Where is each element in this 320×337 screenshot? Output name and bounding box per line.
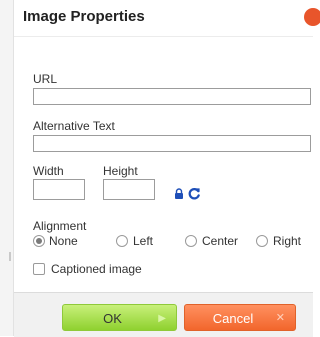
image-properties-dialog: Image Properties URL Alternative Text Wi… xyxy=(14,0,320,337)
align-none-radio[interactable] xyxy=(33,235,45,247)
arrow-right-icon: ▶ xyxy=(158,313,166,324)
dialog-titlebar[interactable]: Image Properties xyxy=(14,0,320,36)
alt-text-label: Alternative Text xyxy=(33,119,115,133)
ok-button-label: OK xyxy=(103,311,122,326)
editor-edge-mark xyxy=(9,252,11,261)
close-icon[interactable] xyxy=(304,8,320,26)
x-icon: ✕ xyxy=(275,312,285,324)
dialog-footer: OK ▶ Cancel ✕ xyxy=(14,292,313,337)
align-right-radio[interactable] xyxy=(256,235,268,247)
background-editor-edge xyxy=(0,0,14,336)
dialog-title: Image Properties xyxy=(23,8,145,25)
alignment-label: Alignment xyxy=(33,219,87,233)
width-input[interactable] xyxy=(33,179,85,200)
height-input[interactable] xyxy=(103,179,155,200)
lock-icon[interactable] xyxy=(174,188,184,200)
ok-button[interactable]: OK ▶ xyxy=(62,304,177,331)
align-none-label[interactable]: None xyxy=(49,234,78,248)
align-right-label[interactable]: Right xyxy=(273,234,301,248)
width-label: Width xyxy=(33,164,64,178)
align-center-radio[interactable] xyxy=(185,235,197,247)
captioned-image-checkbox[interactable] xyxy=(33,263,45,275)
url-input[interactable] xyxy=(33,88,311,105)
alt-text-input[interactable] xyxy=(33,135,311,152)
height-label: Height xyxy=(103,164,138,178)
cancel-button-label: Cancel xyxy=(212,311,254,326)
reset-size-icon[interactable] xyxy=(188,187,201,200)
cancel-button[interactable]: Cancel ✕ xyxy=(184,304,296,331)
url-label: URL xyxy=(33,72,58,86)
captioned-image-label[interactable]: Captioned image xyxy=(51,262,142,276)
align-center-label[interactable]: Center xyxy=(202,234,238,248)
align-left-label[interactable]: Left xyxy=(133,234,153,248)
align-left-radio[interactable] xyxy=(116,235,128,247)
